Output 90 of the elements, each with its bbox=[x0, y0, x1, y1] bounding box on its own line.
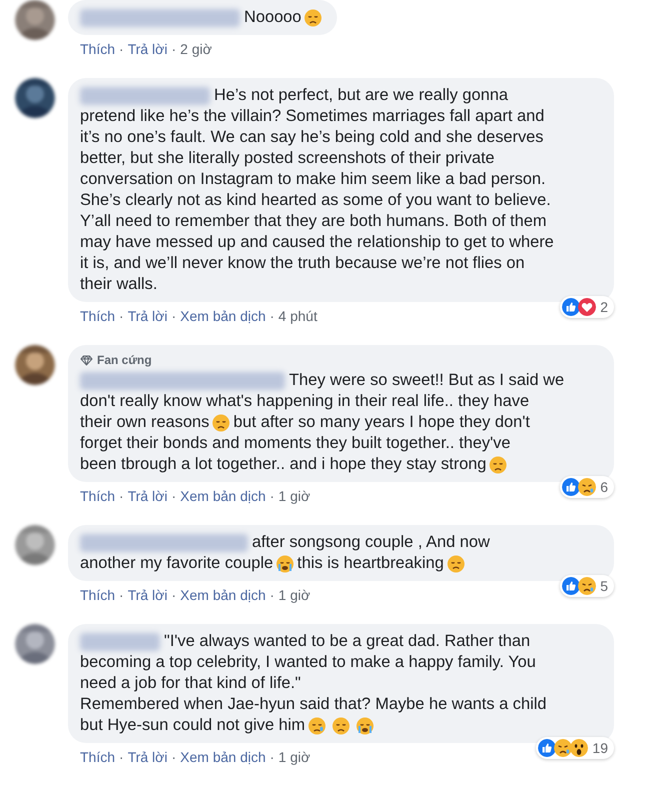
action-link[interactable]: Trả lời bbox=[128, 307, 168, 325]
comment-text: another my favorite couple bbox=[80, 553, 274, 574]
timestamp: 1 giờ bbox=[278, 586, 310, 604]
reaction-summary[interactable]: 2 bbox=[560, 296, 614, 318]
surprised-reaction-icon bbox=[570, 739, 588, 757]
separator-dot: · bbox=[268, 487, 276, 505]
comment-text: forget their bonds and moments they built together.. they've bbox=[80, 433, 510, 454]
comment-text: conversation on Instagram to make him seem like a bad person. bbox=[80, 169, 546, 190]
sad-reaction-icon bbox=[578, 577, 596, 595]
commenter-name[interactable] bbox=[80, 8, 240, 26]
sad-face-emoji-icon bbox=[489, 456, 508, 474]
like-reaction-icon bbox=[562, 298, 580, 316]
commenter-name[interactable] bbox=[80, 372, 285, 390]
comment-text: better, but she literally posted screenshots of their private bbox=[80, 148, 495, 169]
action-link[interactable]: Thích bbox=[80, 487, 116, 505]
heart-reaction-icon bbox=[578, 298, 596, 316]
sad-reaction-icon bbox=[554, 739, 572, 757]
reaction-summary[interactable]: 5 bbox=[560, 575, 614, 597]
crying-face-emoji-icon bbox=[356, 716, 374, 734]
separator-dot: · bbox=[268, 307, 276, 325]
comment-text: their own reasons bbox=[80, 412, 210, 433]
comment-text: becoming a top celebrity, I wanted to make a happy family. You bbox=[80, 652, 536, 673]
diamond-icon bbox=[80, 354, 93, 366]
separator-dot: · bbox=[118, 40, 125, 58]
separator-dot: · bbox=[170, 748, 178, 766]
comment-text: He’s not perfect, but are we really gonna bbox=[214, 85, 508, 106]
commenter-name[interactable] bbox=[80, 534, 248, 552]
sad-reaction-icon bbox=[578, 478, 596, 496]
separator-dot: · bbox=[170, 487, 178, 505]
comment-text: "I've always wanted to be a great dad. Rather than bbox=[164, 631, 530, 652]
timestamp: 1 giờ bbox=[278, 487, 310, 505]
action-link[interactable]: Xem bản dịch bbox=[180, 748, 266, 766]
separator-dot: · bbox=[118, 487, 125, 505]
action-link[interactable]: Thích bbox=[80, 40, 116, 58]
action-link[interactable]: Thích bbox=[80, 307, 116, 325]
comment-text: this is heartbreaking bbox=[297, 553, 444, 574]
comment-text: Nooooo bbox=[244, 7, 302, 28]
comment-text: pretend like he’s the villain? Sometimes marriages fall apart and bbox=[80, 106, 544, 127]
action-link[interactable]: Trả lời bbox=[128, 40, 168, 58]
reaction-summary[interactable]: 19 bbox=[536, 737, 614, 759]
comment-text: They were so sweet!! But as I said we bbox=[289, 370, 564, 391]
crying-face-emoji-icon bbox=[276, 554, 294, 572]
separator-dot: · bbox=[170, 307, 178, 325]
separator-dot: · bbox=[170, 586, 178, 604]
like-reaction-icon bbox=[562, 577, 580, 595]
separator-dot: · bbox=[118, 586, 125, 604]
like-reaction-icon bbox=[562, 478, 580, 496]
comment-text: don't really know what's happening in their real life.. they have bbox=[80, 391, 530, 412]
action-link[interactable]: Xem bản dịch bbox=[180, 487, 266, 505]
frown-face-emoji-icon bbox=[446, 554, 465, 572]
comment-text: need a job for that kind of life." bbox=[80, 673, 301, 694]
action-link[interactable]: Xem bản dịch bbox=[180, 586, 266, 604]
comment-text: Y’all need to remember that they are both humans. Both of them bbox=[80, 211, 546, 232]
reaction-summary[interactable]: 6 bbox=[560, 476, 614, 498]
reaction-count: 19 bbox=[592, 739, 608, 757]
commenter-name[interactable] bbox=[80, 86, 210, 104]
sad-face-emoji-icon bbox=[212, 414, 230, 432]
sad-face-emoji-icon bbox=[304, 8, 322, 26]
comment-text: may have messed up and caused the relationship to get to where bbox=[80, 232, 554, 253]
comment-text: She’s clearly not as kind hearted as some of you want to believe. bbox=[80, 190, 551, 211]
comment-text: it’s no one’s fault. We can say he’s being cold and she deserves bbox=[80, 127, 544, 148]
comment-text: but Hye-sun could not give him bbox=[80, 715, 306, 736]
separator-dot: · bbox=[268, 748, 276, 766]
sad-face-emoji-icon bbox=[332, 716, 350, 734]
badge-label: Fan cứng bbox=[97, 352, 152, 368]
like-reaction-icon bbox=[538, 739, 556, 757]
separator-dot: · bbox=[118, 748, 125, 766]
comment-text: after songsong couple , And now bbox=[252, 532, 490, 553]
comment-text: been tbrough a lot together.. and i hope they stay strong bbox=[80, 454, 486, 475]
action-link[interactable]: Trả lời bbox=[128, 586, 168, 604]
action-link[interactable]: Thích bbox=[80, 748, 116, 766]
separator-dot: · bbox=[268, 586, 276, 604]
comment-text: it is, and we’ll never know the truth because we’re not flies on bbox=[80, 253, 525, 274]
timestamp: 2 giờ bbox=[180, 40, 212, 58]
separator-dot: · bbox=[170, 40, 178, 58]
timestamp: 1 giờ bbox=[278, 748, 310, 766]
comment-text: Remembered when Jae-hyun said that? Maybe he wants a child bbox=[80, 694, 546, 715]
comment-text: but after so many years I hope they don't bbox=[233, 412, 530, 433]
commenter-name[interactable] bbox=[80, 632, 160, 650]
reaction-count: 2 bbox=[600, 298, 608, 316]
separator-dot: · bbox=[118, 307, 125, 325]
reaction-count: 6 bbox=[600, 478, 608, 496]
action-link[interactable]: Trả lời bbox=[128, 748, 168, 766]
comment-text: their walls. bbox=[80, 274, 158, 295]
action-link[interactable]: Thích bbox=[80, 586, 116, 604]
action-link[interactable]: Trả lời bbox=[128, 487, 168, 505]
timestamp: 4 phút bbox=[278, 307, 318, 325]
tear-face-emoji-icon bbox=[308, 716, 326, 734]
action-link[interactable]: Xem bản dịch bbox=[180, 307, 266, 325]
reaction-count: 5 bbox=[600, 577, 608, 595]
